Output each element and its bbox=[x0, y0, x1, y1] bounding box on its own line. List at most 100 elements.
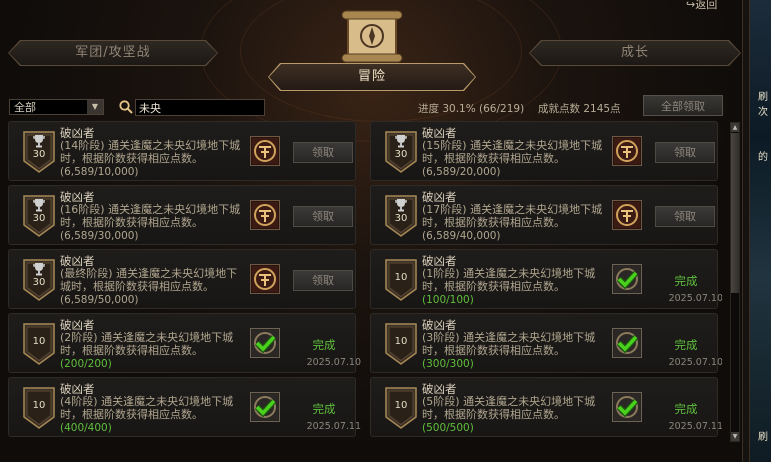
badge-points: 30 bbox=[394, 213, 408, 224]
achievement-card: 30 破凶者 (15阶段) 通关逢魔之未央幻境地下城时，根据阶数获得相应点数。 (6,… bbox=[370, 121, 718, 181]
achievement-emblem-icon bbox=[250, 200, 280, 230]
completed-date: 2025.07.11 bbox=[668, 421, 722, 432]
achievement-progress: (6,589/40,000) bbox=[422, 230, 501, 242]
search-input[interactable] bbox=[135, 99, 265, 116]
claim-button[interactable]: 领取 bbox=[293, 270, 353, 291]
achievement-progress: (6,589/10,000) bbox=[60, 166, 139, 178]
checkmark-icon bbox=[612, 392, 642, 422]
trophy-icon bbox=[394, 198, 408, 212]
tab-growth[interactable]: 成长 bbox=[529, 40, 741, 66]
achievement-progress: (6,589/30,000) bbox=[60, 230, 139, 242]
checkmark-icon bbox=[612, 328, 642, 358]
category-select[interactable]: 全部 ▼ bbox=[9, 99, 104, 115]
category-select-value: 全部 bbox=[14, 101, 36, 114]
achievement-panel: 军团/攻坚战 成长 冒险 全部 ▼ 进度 30.1% (66/219) 成就点数… bbox=[0, 0, 749, 462]
strip-text: 的 bbox=[758, 152, 768, 163]
achievement-card: 10 破凶者 (1阶段) 通关逢魔之未央幻境地下城时，根据阶数获得相应点数。 (100… bbox=[370, 249, 722, 309]
progress-text: 进度 30.1% (66/219) bbox=[418, 103, 525, 115]
achievement-progress: (6,589/50,000) bbox=[60, 294, 139, 306]
achievement-description: (17阶段) 通关逢魔之未央幻境地下城时，根据阶数获得相应点数。 bbox=[422, 203, 603, 229]
completed-status: 完成 bbox=[674, 274, 698, 288]
badge-points: 10 bbox=[394, 336, 408, 347]
scroll-emblem-icon bbox=[341, 10, 403, 63]
completed-status: 完成 bbox=[674, 338, 698, 352]
strip-text: 次 bbox=[758, 107, 768, 118]
achievement-description: (14阶段) 通关逢魔之未央幻境地下城时，根据阶数获得相应点数。 bbox=[60, 139, 241, 165]
list-scrollbar[interactable]: ▲ ▼ bbox=[730, 122, 740, 442]
completed-status: 完成 bbox=[674, 402, 698, 416]
completed-date: 2025.07.10 bbox=[668, 293, 722, 304]
search-icon bbox=[119, 100, 133, 114]
reward-badge-icon: 30 bbox=[385, 131, 417, 173]
trophy-icon bbox=[32, 198, 46, 212]
reward-badge-icon: 30 bbox=[23, 259, 55, 301]
achievement-card: 30 破凶者 (14阶段) 通关逢魔之未央幻境地下城时，根据阶数获得相应点数。 (6,… bbox=[8, 121, 356, 181]
achievement-description: (4阶段) 通关逢魔之未央幻境地下城时，根据阶数获得相应点数。 bbox=[60, 395, 234, 421]
achievement-progress: (6,589/20,000) bbox=[422, 166, 501, 178]
achievement-card: 30 破凶者 (17阶段) 通关逢魔之未央幻境地下城时，根据阶数获得相应点数。 (6,… bbox=[370, 185, 718, 245]
badge-points: 10 bbox=[394, 400, 408, 411]
trophy-icon bbox=[32, 262, 46, 276]
trophy-icon bbox=[32, 134, 46, 148]
strip-text: 刷 bbox=[758, 92, 768, 103]
achievement-card: 10 破凶者 (5阶段) 通关逢魔之未央幻境地下城时，根据阶数获得相应点数。 (500… bbox=[370, 377, 722, 437]
completed-status: 完成 bbox=[312, 338, 336, 352]
achievement-progress: (500/500) bbox=[422, 422, 474, 434]
achievement-description: (16阶段) 通关逢魔之未央幻境地下城时，根据阶数获得相应点数。 bbox=[60, 203, 241, 229]
completed-date: 2025.07.10 bbox=[668, 357, 722, 368]
achievement-description: (15阶段) 通关逢魔之未央幻境地下城时，根据阶数获得相应点数。 bbox=[422, 139, 603, 165]
background-window-strip: 刷 次 的 刷 bbox=[749, 0, 771, 462]
reward-badge-icon: 10 bbox=[385, 323, 417, 365]
trophy-icon bbox=[394, 134, 408, 148]
achievement-description: (5阶段) 通关逢魔之未央幻境地下城时，根据阶数获得相应点数。 bbox=[422, 395, 596, 421]
scrollbar-thumb[interactable] bbox=[731, 133, 739, 293]
scroll-up-icon[interactable]: ▲ bbox=[731, 123, 739, 132]
reward-badge-icon: 10 bbox=[23, 323, 55, 365]
badge-points: 10 bbox=[32, 400, 46, 411]
claim-all-button[interactable]: 全部领取 bbox=[643, 95, 723, 116]
achievement-emblem-icon bbox=[612, 200, 642, 230]
checkmark-icon bbox=[250, 328, 280, 358]
checkmark-icon bbox=[250, 392, 280, 422]
checkmark-icon bbox=[612, 264, 642, 294]
achievement-card: 10 破凶者 (2阶段) 通关逢魔之未央幻境地下城时，根据阶数获得相应点数。 (200… bbox=[8, 313, 361, 373]
achievement-card: 30 破凶者 (16阶段) 通关逢魔之未央幻境地下城时，根据阶数获得相应点数。 (6,… bbox=[8, 185, 356, 245]
completed-status: 完成 bbox=[312, 402, 336, 416]
reward-badge-icon: 10 bbox=[385, 387, 417, 429]
achievement-emblem-icon bbox=[250, 264, 280, 294]
achievement-progress: (200/200) bbox=[60, 358, 112, 370]
claim-button[interactable]: 领取 bbox=[293, 142, 353, 163]
achievement-description: (1阶段) 通关逢魔之未央幻境地下城时，根据阶数获得相应点数。 bbox=[422, 267, 596, 293]
achievement-card: 30 破凶者 (最终阶段) 通关逢魔之未央幻境地下城时，根据阶数获得相应点数。 (6,… bbox=[8, 249, 356, 309]
achievement-list: 30 破凶者 (14阶段) 通关逢魔之未央幻境地下城时，根据阶数获得相应点数。 (6,… bbox=[8, 121, 722, 451]
scroll-down-icon[interactable]: ▼ bbox=[731, 432, 739, 441]
achievement-description: (3阶段) 通关逢魔之未央幻境地下城时，根据阶数获得相应点数。 bbox=[422, 331, 596, 357]
claim-button[interactable]: 领取 bbox=[655, 206, 715, 227]
tab-adventure[interactable]: 冒险 bbox=[268, 63, 476, 91]
panel-edge bbox=[742, 0, 749, 462]
completed-date: 2025.07.11 bbox=[306, 421, 361, 432]
claim-button[interactable]: 领取 bbox=[655, 142, 715, 163]
tab-legion-siege[interactable]: 军团/攻坚战 bbox=[8, 40, 218, 66]
achievement-progress: (100/100) bbox=[422, 294, 474, 306]
achievement-points-text: 成就点数 2145点 bbox=[538, 103, 621, 115]
badge-points: 10 bbox=[394, 272, 408, 283]
achievement-progress: (300/300) bbox=[422, 358, 474, 370]
achievement-emblem-icon bbox=[250, 136, 280, 166]
reward-badge-icon: 10 bbox=[23, 387, 55, 429]
chevron-down-icon[interactable]: ▼ bbox=[87, 100, 103, 114]
reward-badge-icon: 30 bbox=[385, 195, 417, 237]
strip-text: 刷 bbox=[758, 432, 768, 443]
completed-date: 2025.07.10 bbox=[306, 357, 361, 368]
back-arrow-icon: ↪ bbox=[686, 0, 696, 11]
claim-button[interactable]: 领取 bbox=[293, 206, 353, 227]
back-button[interactable]: ↪返回 bbox=[686, 0, 717, 12]
achievement-progress: (400/400) bbox=[60, 422, 112, 434]
badge-points: 30 bbox=[32, 149, 46, 160]
badge-points: 10 bbox=[32, 336, 46, 347]
achievement-description: (2阶段) 通关逢魔之未央幻境地下城时，根据阶数获得相应点数。 bbox=[60, 331, 234, 357]
badge-points: 30 bbox=[32, 277, 46, 288]
achievement-card: 10 破凶者 (3阶段) 通关逢魔之未央幻境地下城时，根据阶数获得相应点数。 (300… bbox=[370, 313, 722, 373]
badge-points: 30 bbox=[32, 213, 46, 224]
reward-badge-icon: 10 bbox=[385, 259, 417, 301]
